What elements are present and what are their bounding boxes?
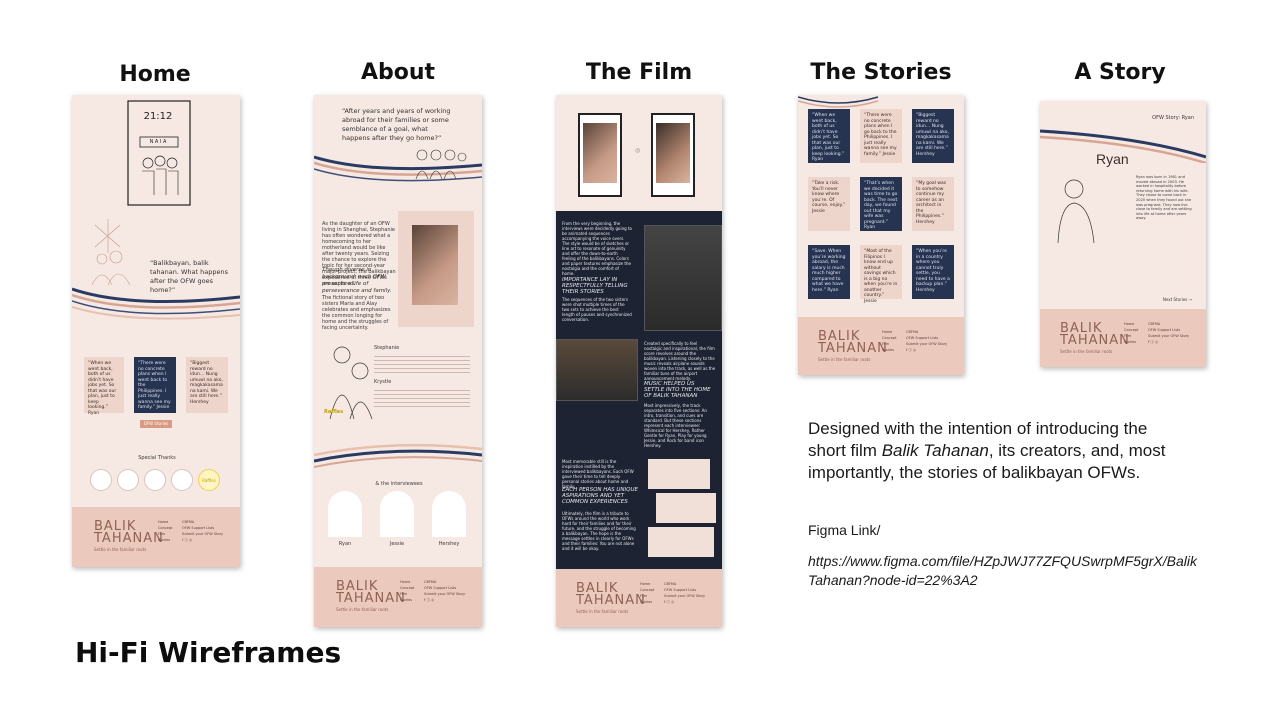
figma-link[interactable]: https://www.figma.com/file/HZpJWJ77ZFQUS…: [808, 552, 1198, 590]
site-footer: BALIK TAHANAN Settle in the familiar roo…: [556, 569, 722, 627]
story-card[interactable]: “When you’re in a country where you cann…: [912, 245, 954, 299]
link-icon: ◎: [635, 147, 641, 154]
interviewee-name: Ryan: [338, 541, 352, 547]
creator-name: Stephanie: [374, 345, 400, 351]
story-body: Ryan was born in 1981 and moved abroad i…: [1136, 175, 1192, 221]
footer-logo[interactable]: BALIK TAHANAN Settle in the familiar roo…: [818, 330, 888, 362]
about-body: The fictional story of two sisters Maria…: [322, 295, 391, 331]
story-card[interactable]: “Save. When you’re working abroad, the s…: [808, 245, 850, 299]
story-card[interactable]: “That’s when we decided it was time to g…: [860, 177, 902, 231]
footer-values: CBFMA OFW Support Lists Submit your OFW St…: [906, 330, 948, 352]
footer-logo[interactable]: BALIK TAHANAN Settle in the familiar roo…: [1060, 322, 1130, 354]
clock: 21:12: [143, 111, 173, 122]
film-dark-section: From the very beginning, the interviews …: [556, 211, 722, 569]
film-header: ◎: [556, 95, 722, 211]
story-card[interactable]: “When we went back, both of us didn’t ha…: [84, 357, 124, 416]
sketch-still: [656, 493, 716, 523]
story-header: OFW Story: Ryan: [1152, 115, 1194, 121]
stephanie-photo: [412, 225, 458, 305]
story-card[interactable]: “There were no concrete plans when I go …: [860, 109, 902, 163]
film-wireframe[interactable]: ◎ From the very beginning, the interview…: [556, 95, 722, 627]
sister-frame: [578, 113, 622, 197]
site-footer: BALIK TAHANAN Settle in the familiar roo…: [798, 317, 964, 375]
naia-sign: N A I A: [149, 139, 167, 145]
footer-values: CBFMA OFW Support Lists Submit your OFW St…: [1148, 322, 1190, 344]
footer-links[interactable]: Home Concept Film Stories: [158, 519, 172, 543]
site-footer: BALIK TAHANAN Settle in the familiar roo…: [1040, 309, 1206, 367]
sketch-still: [648, 459, 710, 489]
interviewee-portrait: [432, 491, 466, 537]
interviewee-name: Jessie: [389, 541, 405, 547]
story-card[interactable]: “Most of the Filipinos I know end up wit…: [860, 245, 902, 304]
column-title-home: Home: [119, 62, 191, 87]
figma-link-label: Figma Link/: [808, 522, 881, 538]
special-thanks-heading: Special Thanks: [138, 455, 176, 461]
story-card[interactable]: “My goal was to somehow continue my care…: [912, 177, 954, 231]
interviewee-name: Hershey: [438, 541, 460, 547]
raffles-logo: Raffles: [324, 409, 344, 415]
story-card[interactable]: “Take a risk. You’ll never know where yo…: [808, 177, 850, 231]
sketch-still: [648, 527, 714, 557]
story-card[interactable]: “Biggest reward no idun… Nung umuwi na a…: [186, 357, 228, 413]
footer-values: CBFMA OFW Support Lists Submit your OFW St…: [424, 580, 466, 602]
thanks-avatar: [117, 469, 139, 491]
site-footer: BALIK TAHANAN Settle in the familiar roo…: [72, 507, 240, 567]
raffles-logo: Raffles: [198, 469, 220, 491]
film-editor-screenshot: [556, 339, 638, 401]
thanks-avatar: [171, 469, 193, 491]
site-footer: BALIK TAHANAN Settle in the familiar roo…: [314, 567, 482, 627]
about-wireframe[interactable]: “After years and years of working abroad…: [314, 95, 482, 627]
interviewee-portrait: [380, 491, 414, 537]
creator-name: Krystle: [374, 379, 392, 385]
ofw-stories-button[interactable]: OFW Stories: [140, 420, 172, 428]
story-name: Ryan: [1096, 151, 1129, 167]
interviewees-heading: & the interviewees: [375, 481, 423, 487]
column-title-about: About: [360, 60, 436, 85]
family-sketch: [91, 219, 131, 286]
footer-links[interactable]: Home Concept Film Stories: [882, 329, 896, 353]
about-highlight: Though diverse in background, each OFW p…: [322, 267, 392, 294]
column-title-story: A Story: [1074, 60, 1166, 85]
footer-links[interactable]: Home Concept Film Stories: [1124, 321, 1138, 345]
home-wireframe[interactable]: 21:12 N A I A “Balikbayan, balik tahanan…: [72, 95, 240, 567]
page-title: Hi-Fi Wireframes: [75, 636, 342, 669]
interviewee-portrait: [328, 491, 362, 537]
stories-wireframe[interactable]: “When we went back, both of us didn’t ha…: [798, 95, 964, 375]
footer-logo[interactable]: BALIK TAHANAN Settle in the familiar roo…: [336, 580, 406, 612]
column-title-film: The Film: [585, 60, 693, 85]
footer-links[interactable]: Home Concept Film Stories: [640, 581, 654, 605]
footer-values: CBFMA OFW Support Lists Submit your OFW St…: [664, 582, 706, 604]
column-title-stories: The Stories: [810, 60, 952, 85]
project-description: Designed with the intention of introduci…: [808, 419, 1166, 482]
story-card[interactable]: “There were no concrete plans when I wen…: [134, 357, 176, 413]
creator-bio: [374, 387, 470, 409]
stephanie-portrait-card: [398, 211, 474, 327]
film-title: Balik Tahanan: [881, 441, 989, 460]
next-stories-link[interactable]: Next Stories →: [1163, 297, 1192, 303]
story-wireframe[interactable]: OFW Story: Ryan Ryan Ryan was born in 19…: [1040, 101, 1206, 367]
thanks-avatar: [144, 469, 166, 491]
sister-frame: [651, 113, 695, 197]
film-editor-screenshot: [644, 225, 722, 331]
ryan-sketch: [1057, 179, 1095, 244]
story-card[interactable]: “Biggest reward no idun… Nung umuwi na a…: [912, 109, 954, 163]
footer-links[interactable]: Home Concept Film Stories: [400, 579, 414, 603]
sisters-sketch: [415, 149, 467, 180]
footer-values: CBFMA OFW Support Lists Submit your OFW St…: [182, 520, 224, 542]
wave-decoration: [314, 443, 482, 468]
thanks-avatar: [90, 469, 112, 491]
story-card[interactable]: “When we went back, both of us didn’t ha…: [808, 109, 850, 163]
creator-bio: [374, 353, 470, 375]
footer-logo[interactable]: BALIK TAHANAN Settle in the familiar roo…: [576, 582, 646, 614]
footer-logo[interactable]: BALIK TAHANAN Settle in the familiar roo…: [94, 520, 164, 552]
wave-decoration: [72, 287, 240, 320]
about-quote: “After years and years of working abroad…: [342, 107, 451, 142]
